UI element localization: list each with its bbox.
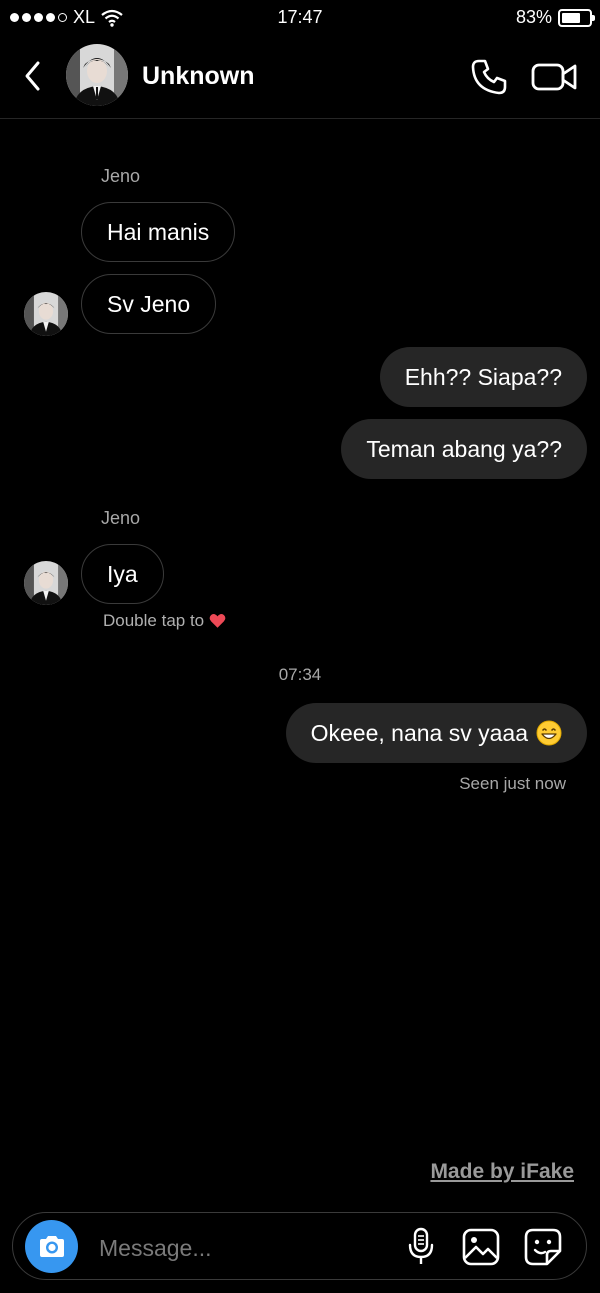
battery-fill xyxy=(562,12,580,23)
avatar[interactable] xyxy=(66,44,128,106)
microphone-icon[interactable] xyxy=(406,1227,436,1267)
double-tap-hint: Double tap to xyxy=(103,611,226,631)
avatar-image xyxy=(66,44,128,106)
battery-icon xyxy=(558,8,595,27)
video-camera-icon[interactable] xyxy=(530,60,578,94)
sticker-icon[interactable] xyxy=(523,1227,563,1267)
status-bar: XL 17:47 83% xyxy=(0,0,600,36)
heart-icon xyxy=(209,614,226,628)
outgoing-message-bubble[interactable]: Okeee, nana sv yaaa xyxy=(285,703,587,763)
message-composer xyxy=(12,1212,587,1280)
message-timestamp: 07:34 xyxy=(278,665,322,684)
incoming-message-bubble[interactable]: Iya xyxy=(81,544,164,604)
sender-avatar[interactable] xyxy=(24,561,68,605)
camera-icon xyxy=(39,1235,64,1257)
message-text: Hai manis xyxy=(107,218,210,245)
phone-icon[interactable] xyxy=(470,58,508,96)
message-text: Okeee, nana sv yaaa xyxy=(310,719,528,746)
message-text: Iya xyxy=(107,560,138,587)
watermark: Made by iFake xyxy=(430,1160,574,1183)
outgoing-message-bubble[interactable]: Ehh?? Siapa?? xyxy=(379,347,587,407)
camera-button[interactable] xyxy=(25,1220,78,1273)
message-input[interactable] xyxy=(97,1225,381,1271)
grinning-face-icon xyxy=(536,720,562,746)
back-chevron-icon[interactable] xyxy=(18,58,48,94)
incoming-message-bubble[interactable]: Hai manis xyxy=(81,202,236,262)
message-text: Ehh?? Siapa?? xyxy=(404,363,562,390)
incoming-message-bubble[interactable]: Sv Jeno xyxy=(81,274,217,334)
hint-text: Double tap to xyxy=(103,611,205,630)
outgoing-message-bubble[interactable]: Teman abang ya?? xyxy=(341,419,587,479)
avatar-image xyxy=(24,292,68,336)
sender-avatar[interactable] xyxy=(24,292,68,336)
chat-header: Unknown xyxy=(0,36,600,119)
status-right: 83% xyxy=(515,7,595,28)
message-text: Sv Jeno xyxy=(107,290,191,317)
battery-percent: 83% xyxy=(515,7,552,27)
status-time: 17:47 xyxy=(277,7,323,27)
sender-name: Jeno xyxy=(101,166,141,186)
gallery-icon[interactable] xyxy=(461,1227,501,1267)
avatar-image xyxy=(24,561,68,605)
seen-status: Seen just now xyxy=(459,774,566,793)
message-text: Teman abang ya?? xyxy=(366,435,562,462)
sender-name: Jeno xyxy=(101,508,141,528)
chat-title[interactable]: Unknown xyxy=(142,62,255,91)
